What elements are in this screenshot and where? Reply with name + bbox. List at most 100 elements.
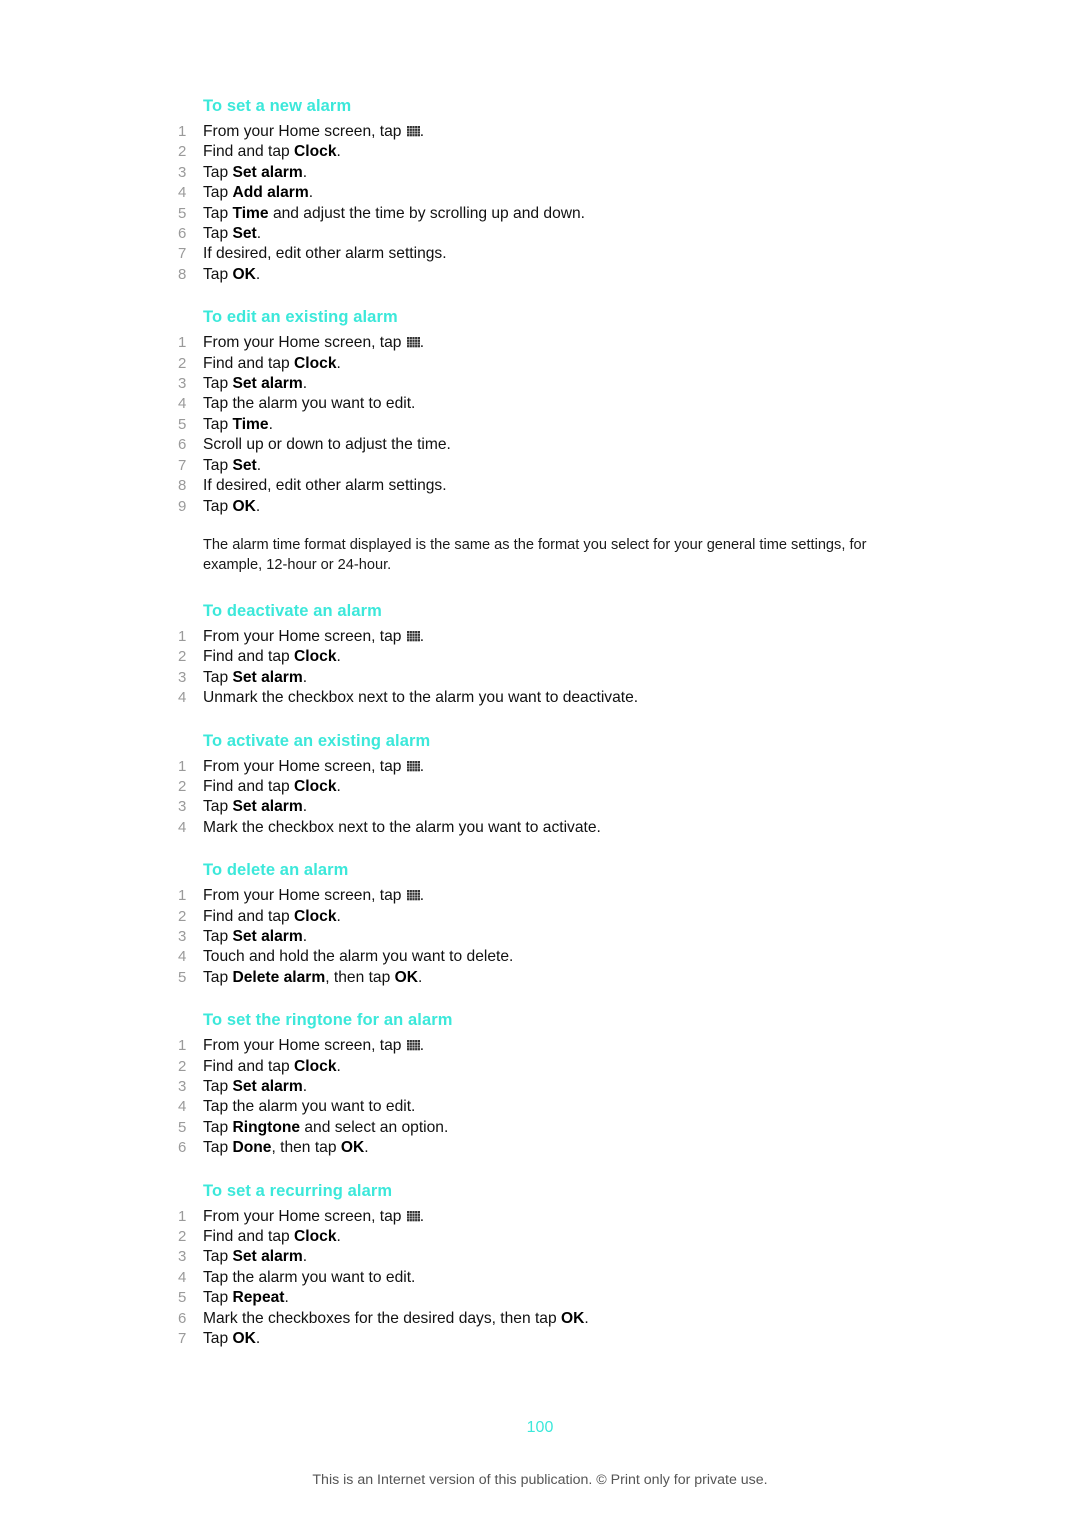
step-text-post: .: [256, 456, 262, 474]
step-text-pre: From your Home screen, tap: [203, 627, 406, 645]
step-text-pre: Tap: [203, 497, 233, 515]
step-text-pre: Unmark the checkbox next to the alarm yo…: [203, 689, 639, 707]
step-item: 3 Tap Set alarm.: [178, 927, 908, 947]
step-text-post: .: [417, 968, 423, 986]
section-heading: To set the ringtone for an alarm: [203, 1011, 453, 1030]
step-text: Mark the checkboxes for the desired days…: [203, 1310, 589, 1327]
step-text-post: .: [336, 777, 341, 795]
step-ui-label: Time: [232, 204, 269, 222]
step-text: Tap the alarm you want to edit.: [203, 395, 415, 412]
step-number: 4: [178, 395, 187, 413]
step-text-pre: Find and tap: [203, 648, 295, 666]
step-ui-label: OK: [561, 1309, 585, 1327]
step-text-post: .: [308, 184, 314, 202]
step-item: 6 Tap Set.: [178, 224, 908, 244]
procedure-section: To edit an existing alarm 1 From your Home…: [178, 307, 908, 575]
step-item: 4 Mark the checkbox next to the alarm you…: [178, 818, 908, 838]
step-ui-label-2: OK: [340, 1139, 365, 1157]
step-item: 6 Tap Done, then tap OK.: [178, 1138, 908, 1158]
step-text-post: .: [364, 1139, 369, 1157]
step-text-pre: Tap: [203, 456, 233, 474]
step-text-pre: From your Home screen, tap: [203, 1037, 406, 1055]
step-list: 1 From your Home screen, tap . 2 Find and t…: [178, 1207, 908, 1350]
step-text: Tap Set alarm.: [203, 164, 307, 181]
step-text-pre: Tap the alarm you want to edit.: [203, 1268, 416, 1286]
step-number: 4: [178, 1098, 187, 1116]
step-ui-label: OK: [232, 1330, 256, 1348]
step-text-post: .: [255, 265, 261, 283]
step-ui-label: Clock: [294, 143, 337, 161]
step-number: 7: [178, 1330, 187, 1348]
step-number: 4: [178, 1268, 187, 1286]
step-text-post: .: [268, 415, 273, 433]
step-number: 4: [178, 689, 187, 707]
procedure-section: To set a recurring alarm 1 From your Home …: [178, 1181, 908, 1350]
step-text: Tap Set alarm.: [203, 1248, 307, 1265]
step-text-post: .: [419, 887, 425, 905]
step-text: From your Home screen, tap .: [203, 334, 424, 351]
step-number: 7: [178, 456, 187, 474]
step-text-post: .: [336, 143, 341, 161]
step-number: 7: [178, 245, 187, 263]
step-text-post: .: [302, 1248, 308, 1266]
step-text-post: .: [255, 497, 261, 515]
step-text: Unmark the checkbox next to the alarm yo…: [203, 689, 638, 706]
step-item: 1 From your Home screen, tap .: [178, 886, 908, 906]
step-text-post: .: [302, 798, 308, 816]
step-number: 2: [178, 777, 187, 795]
step-text: Tap the alarm you want to edit.: [203, 1098, 415, 1115]
step-item: 5 Tap Time and adjust the time by scrolli…: [178, 204, 908, 224]
step-item: 7 If desired, edit other alarm settings.: [178, 244, 908, 264]
footer-copyright-note: This is an Internet version of this publ…: [312, 1472, 768, 1488]
step-text: Tap the alarm you want to edit.: [203, 1269, 415, 1286]
step-text-pre: Tap: [203, 1118, 233, 1136]
step-text: From your Home screen, tap .: [203, 123, 424, 140]
step-ui-label: Repeat: [232, 1289, 285, 1307]
step-number: 3: [178, 927, 187, 945]
step-text-pre: Tap: [203, 1330, 233, 1348]
step-text: Tap Time.: [203, 416, 273, 433]
step-number: 5: [178, 1289, 187, 1307]
step-text: Find and tap Clock.: [203, 143, 341, 160]
step-text: Tap Delete alarm, then tap OK.: [203, 969, 422, 986]
step-item: 3 Tap Set alarm.: [178, 1247, 908, 1267]
step-number: 2: [178, 1228, 187, 1246]
step-number: 8: [178, 477, 187, 495]
step-number: 1: [178, 887, 187, 905]
step-text-mid: , then tap: [271, 1139, 341, 1157]
step-list: 1 From your Home screen, tap . 2 Find and t…: [178, 757, 908, 839]
step-item: 2 Find and tap Clock.: [178, 142, 908, 162]
page-content: To set a new alarm 1 From your Home screen…: [178, 96, 908, 1371]
step-text: Tap OK.: [203, 1330, 260, 1347]
step-text-post: .: [419, 627, 425, 645]
step-item: 2 Find and tap Clock.: [178, 777, 908, 797]
step-text-post: .: [284, 1289, 289, 1307]
step-text: Mark the checkbox next to the alarm you …: [203, 819, 601, 836]
step-ui-label: Clock: [294, 1057, 337, 1075]
step-text: Find and tap Clock.: [203, 1058, 341, 1075]
step-text: Find and tap Clock.: [203, 1228, 341, 1245]
step-ui-label: OK: [232, 497, 256, 515]
step-text-post: .: [419, 757, 425, 775]
step-item: 1 From your Home screen, tap .: [178, 1207, 908, 1227]
step-number: 1: [178, 334, 187, 352]
step-ui-label: Done: [232, 1139, 272, 1157]
step-item: 5 Tap Ringtone and select an option.: [178, 1118, 908, 1138]
section-note: The alarm time format displayed is the s…: [203, 536, 867, 573]
step-text: Tap Add alarm.: [203, 184, 313, 201]
step-ui-label: Set alarm: [232, 1078, 303, 1095]
step-text-pre: Find and tap: [203, 1228, 295, 1246]
step-number: 4: [178, 948, 187, 966]
step-number: 4: [178, 818, 187, 836]
step-text-pre: Tap: [203, 163, 233, 181]
step-text-pre: Tap: [203, 1078, 233, 1095]
step-text-post: .: [302, 927, 308, 945]
step-text: Tap Set alarm.: [203, 669, 307, 686]
step-item: 1 From your Home screen, tap .: [178, 122, 908, 142]
step-text-post: .: [336, 907, 341, 925]
step-item: 2 Find and tap Clock.: [178, 1057, 908, 1077]
step-item: 8 Tap OK.: [178, 265, 908, 285]
step-number: 5: [178, 968, 187, 986]
step-text-pre: Tap: [203, 204, 233, 222]
step-ui-label: Add alarm: [232, 184, 309, 202]
